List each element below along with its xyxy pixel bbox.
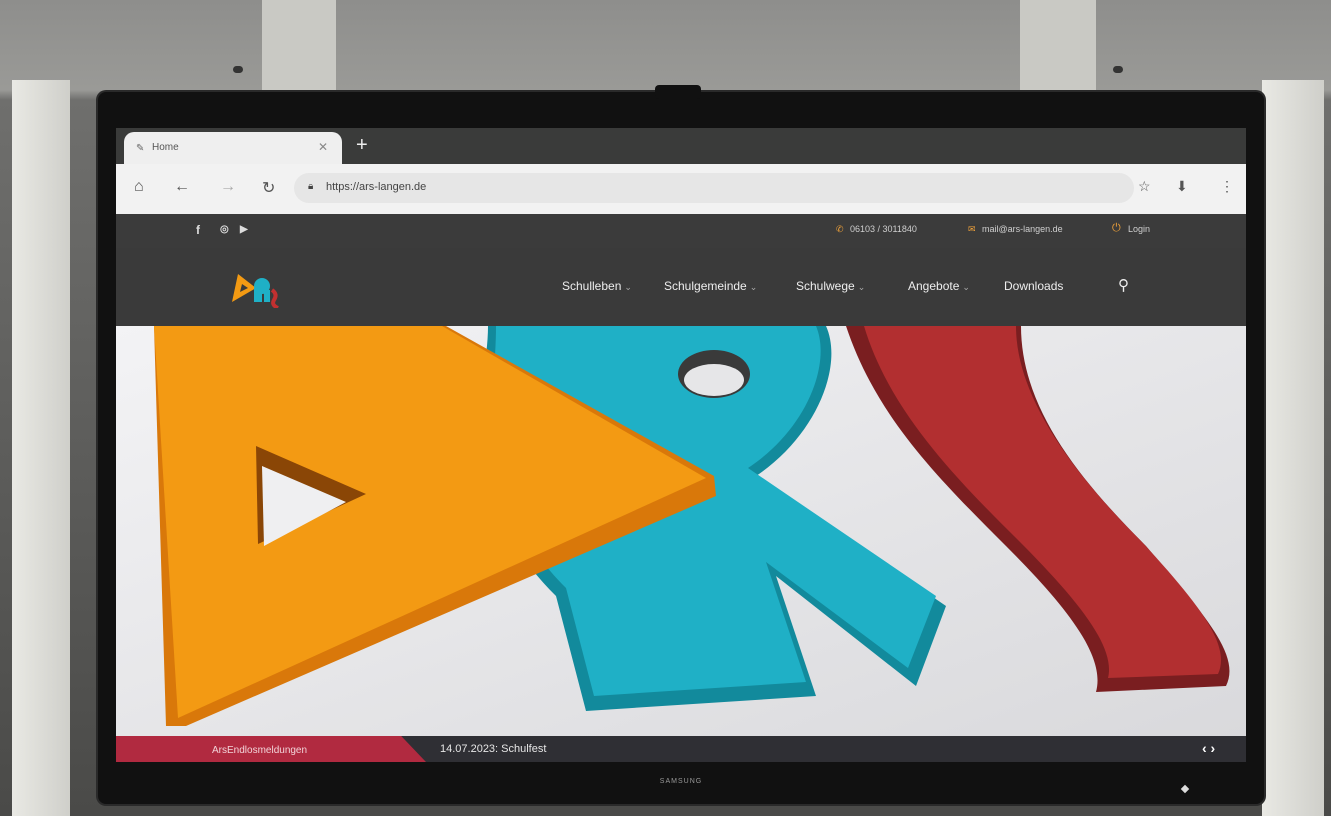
star-icon[interactable]: ☆ — [1138, 178, 1151, 195]
nav-item-angebote[interactable]: Angebote ⌄ — [908, 279, 970, 293]
nav-item-schulleben[interactable]: Schulleben ⌄ — [562, 279, 632, 293]
chevron-down-icon: ⌄ — [857, 282, 866, 292]
site-navbar: Schulleben ⌄ Schulgemeinde ⌄ Schulwege ⌄ An… — [116, 248, 1246, 326]
chevron-down-icon: ⌄ — [749, 282, 758, 292]
chevron-down-icon: ⌄ — [624, 282, 632, 292]
nav-item-downloads[interactable]: Downloads — [1004, 279, 1063, 293]
ticker-label: ArsEndlosmeldungen — [212, 745, 308, 756]
wall-pillar-left — [262, 0, 336, 100]
browser-toolbar: ⌂ ← → ↻ 🔒︎ https://ars-langen.de ☆ ⬇ ⋮ — [116, 164, 1246, 214]
hero-sculpture — [116, 326, 1246, 738]
screen: ✎ Home ✕ + ⌂ ← → ↻ 🔒︎ https://ars-langen… — [116, 128, 1246, 762]
download-icon[interactable]: ⬇ — [1176, 178, 1188, 195]
facebook-icon[interactable]: f — [196, 223, 200, 237]
search-icon[interactable]: ⚲ — [1118, 276, 1129, 294]
nav-item-schulgemeinde[interactable]: Schulgemeinde ⌄ — [664, 279, 757, 293]
nav-item-schulwege[interactable]: Schulwege ⌄ — [796, 279, 865, 293]
monitor-camera — [655, 85, 701, 99]
browser-tab-home[interactable]: ✎ Home ✕ — [124, 132, 342, 164]
site-logo[interactable] — [228, 268, 288, 308]
home-icon[interactable]: ⌂ — [134, 178, 144, 196]
back-icon[interactable]: ← — [174, 178, 190, 196]
address-bar[interactable]: 🔒︎ https://ars-langen.de — [294, 173, 1134, 203]
side-panel-right — [1262, 80, 1324, 816]
site-topbar: f ◎ ▶ ✆ 06103 / 3011840 ✉ mail@ars-lange… — [116, 214, 1246, 248]
news-ticker: ArsEndlosmeldungen 14.07.2023: Schulfest… — [116, 736, 1246, 762]
side-panel-left — [12, 80, 70, 816]
email-link[interactable]: mail@ars-langen.de — [982, 224, 1063, 234]
tab-title: Home — [152, 142, 179, 153]
ticker-message[interactable]: 14.07.2023: Schulfest — [440, 743, 546, 755]
forward-icon[interactable]: → — [220, 178, 236, 196]
phone-number[interactable]: 06103 / 3011840 — [850, 224, 917, 234]
monitor-brand: SAMSUNG — [659, 778, 703, 785]
login-link[interactable]: Login — [1128, 224, 1150, 234]
wall-bracket-left — [233, 66, 243, 73]
ticker-prev-next-icon[interactable]: ‹ › — [1202, 740, 1215, 756]
instagram-icon[interactable]: ◎ — [220, 224, 229, 235]
lock-icon: 🔒︎ — [308, 181, 314, 192]
new-tab-button[interactable]: + — [356, 134, 368, 157]
menu-icon[interactable]: ⋮ — [1220, 178, 1234, 195]
address-bar-url: https://ars-langen.de — [326, 181, 427, 193]
tab-close-icon[interactable]: ✕ — [318, 140, 328, 154]
login-icon: ⏻ — [1112, 222, 1121, 234]
youtube-icon[interactable]: ▶ — [240, 224, 248, 235]
phone-icon: ✆ — [836, 224, 844, 234]
reload-icon[interactable]: ↻ — [262, 178, 275, 198]
favicon-icon: ✎ — [136, 143, 145, 154]
browser-tabstrip: ✎ Home ✕ + — [116, 128, 1246, 164]
hero-image — [116, 326, 1246, 738]
wall-bracket-right — [1113, 66, 1123, 73]
chevron-down-icon: ⌄ — [962, 282, 970, 292]
mail-icon: ✉ — [968, 224, 976, 234]
wall-pillar-right — [1020, 0, 1096, 100]
